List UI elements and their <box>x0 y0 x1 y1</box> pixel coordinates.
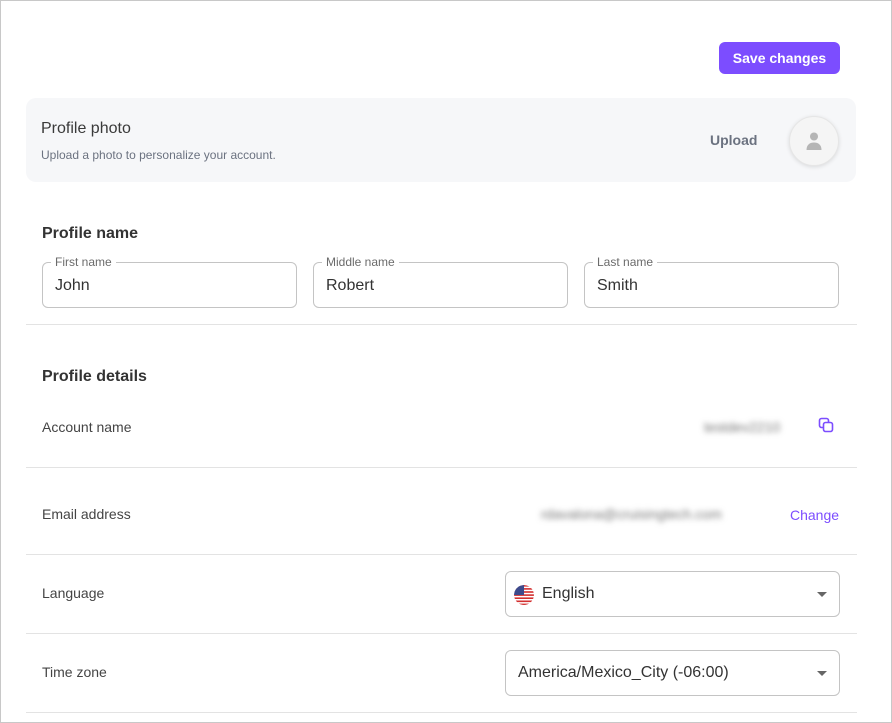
language-select[interactable]: English <box>505 571 840 617</box>
chevron-down-icon <box>817 592 827 597</box>
save-changes-button[interactable]: Save changes <box>719 42 840 74</box>
divider <box>26 467 857 468</box>
profile-photo-subtitle: Upload a photo to personalize your accou… <box>41 148 276 162</box>
last-name-label: Last name <box>593 255 658 269</box>
last-name-value: Smith <box>597 277 638 294</box>
user-icon <box>806 132 822 150</box>
settings-panel: Save changes Profile photo Upload a phot… <box>0 0 892 723</box>
first-name-value: John <box>55 277 90 294</box>
divider <box>26 324 857 325</box>
account-name-label: Account name <box>42 419 132 435</box>
first-name-field[interactable]: First name John <box>42 255 297 308</box>
profile-photo-title: Profile photo <box>41 120 131 137</box>
chevron-down-icon <box>817 671 827 676</box>
time-zone-value: America/Mexico_City (-06:00) <box>518 664 729 681</box>
email-address-value: rdavalona@cruisingtech.com <box>541 506 722 522</box>
email-address-label: Email address <box>42 506 131 522</box>
account-name-value: testdev2210 <box>704 419 781 435</box>
language-label: Language <box>42 585 105 601</box>
change-email-link[interactable]: Change <box>790 507 839 523</box>
profile-photo-card: Profile photo Upload a photo to personal… <box>26 98 856 182</box>
language-value: English <box>542 585 595 602</box>
middle-name-label: Middle name <box>322 255 399 269</box>
last-name-field[interactable]: Last name Smith <box>584 255 839 308</box>
middle-name-field[interactable]: Middle name Robert <box>313 255 568 308</box>
us-flag-icon <box>514 585 534 605</box>
profile-name-title: Profile name <box>42 225 139 242</box>
upload-button[interactable]: Upload <box>710 132 757 148</box>
copy-icon[interactable] <box>818 417 834 433</box>
first-name-label: First name <box>51 255 116 269</box>
divider <box>26 712 857 713</box>
divider <box>26 554 857 555</box>
middle-name-value: Robert <box>326 277 375 294</box>
profile-details-title: Profile details <box>42 368 147 385</box>
avatar[interactable] <box>789 116 839 166</box>
time-zone-select[interactable]: America/Mexico_City (-06:00) <box>505 650 840 696</box>
divider <box>26 633 857 634</box>
time-zone-label: Time zone <box>42 664 107 680</box>
